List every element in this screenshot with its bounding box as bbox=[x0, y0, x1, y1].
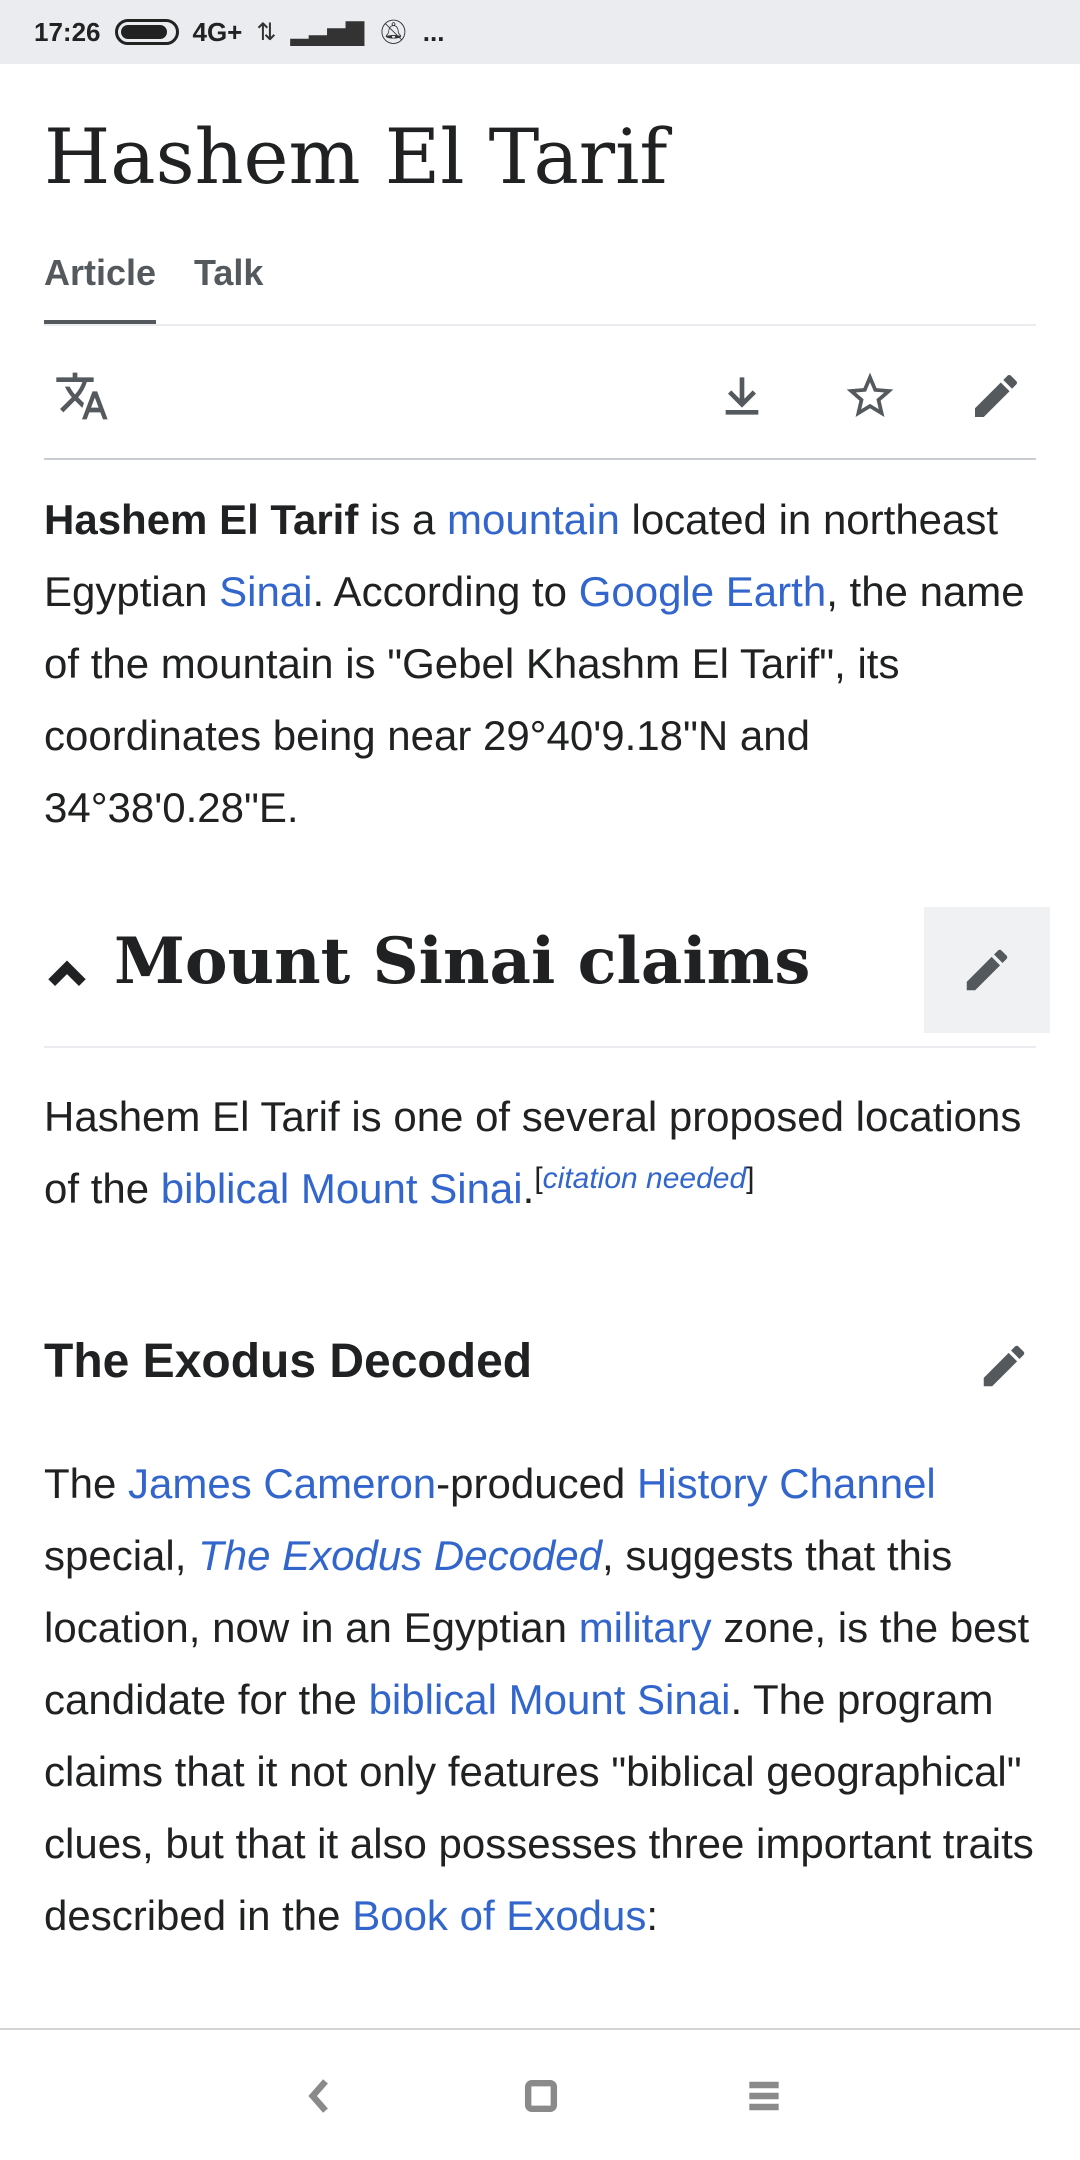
tabs-divider bbox=[44, 324, 1036, 326]
cite-bracket: [ bbox=[534, 1162, 543, 1195]
status-bar: 17:26 4G+ ⇅ ▂▃▅▇ 🔕︎ ... bbox=[0, 0, 1080, 64]
page-tabs: Article Talk bbox=[44, 252, 301, 325]
intro-bold-title: Hashem El Tarif bbox=[44, 496, 359, 543]
link-james-cameron[interactable]: James Cameron bbox=[128, 1460, 436, 1507]
tab-article[interactable]: Article bbox=[44, 252, 157, 325]
edit-section-button[interactable] bbox=[924, 907, 1050, 1033]
mute-icon: 🔕︎ bbox=[378, 18, 409, 46]
tab-talk[interactable]: Talk bbox=[194, 252, 263, 325]
back-icon[interactable] bbox=[290, 2066, 350, 2126]
section-title: Mount Sinai claims bbox=[114, 924, 811, 999]
exodus-text: -produced bbox=[436, 1460, 637, 1507]
exodus-text: special, bbox=[44, 1532, 199, 1579]
intro-text: . According to bbox=[312, 568, 579, 615]
link-sinai[interactable]: Sinai bbox=[219, 568, 312, 615]
chevron-up-icon[interactable] bbox=[44, 952, 90, 998]
exodus-text: The bbox=[44, 1460, 129, 1507]
cite-bracket: ] bbox=[746, 1162, 755, 1195]
page-actions-toolbar bbox=[44, 344, 1036, 444]
edit-icon bbox=[966, 949, 1008, 991]
exodus-text: : bbox=[646, 1892, 659, 1939]
link-biblical-mount-sinai[interactable]: biblical Mount Sinai bbox=[369, 1676, 731, 1723]
link-biblical-mount-sinai[interactable]: biblical Mount Sinai bbox=[161, 1165, 523, 1212]
download-icon[interactable] bbox=[710, 364, 774, 428]
language-icon[interactable] bbox=[50, 364, 114, 428]
subsection-title: The Exodus Decoded bbox=[44, 1335, 533, 1388]
link-history-channel[interactable]: History Channel bbox=[637, 1460, 936, 1507]
link-military[interactable]: military bbox=[579, 1604, 712, 1651]
link-book-of-exodus[interactable]: Book of Exodus bbox=[352, 1892, 646, 1939]
home-icon[interactable] bbox=[511, 2066, 571, 2126]
claims-text: . bbox=[522, 1165, 535, 1212]
system-navigation-bar bbox=[0, 2030, 1080, 2160]
link-the-exodus-decoded[interactable]: The Exodus Decoded bbox=[198, 1532, 602, 1579]
intro-text: is a bbox=[358, 496, 448, 543]
network-type: 4G+ bbox=[192, 16, 243, 47]
section-heading-mount-sinai-claims[interactable]: Mount Sinai claims bbox=[44, 900, 1050, 1048]
exodus-paragraph: The James Cameron-produced History Chann… bbox=[44, 1448, 1044, 1952]
section-heading-exodus-decoded: The Exodus Decoded bbox=[44, 1326, 1036, 1406]
edit-icon[interactable] bbox=[964, 364, 1028, 428]
edit-icon bbox=[983, 1345, 1025, 1387]
citation-needed: [citation needed] bbox=[534, 1162, 754, 1195]
signal-icon: ▂▃▅▇ bbox=[290, 18, 365, 46]
star-icon[interactable] bbox=[838, 364, 902, 428]
page-title: Hashem El Tarif bbox=[44, 112, 668, 201]
link-mountain[interactable]: mountain bbox=[447, 496, 620, 543]
edit-section-button[interactable] bbox=[972, 1334, 1036, 1398]
claims-paragraph: Hashem El Tarif is one of several propos… bbox=[44, 1081, 1044, 1225]
intro-paragraph: Hashem El Tarif is a mountain located in… bbox=[44, 484, 1044, 844]
link-google-earth[interactable]: Google Earth bbox=[579, 568, 827, 615]
toolbar-divider bbox=[44, 458, 1036, 460]
status-time: 17:26 bbox=[34, 16, 101, 47]
data-transfer-icon: ⇅ bbox=[256, 18, 277, 46]
recents-icon[interactable] bbox=[734, 2066, 794, 2126]
battery-icon bbox=[114, 19, 179, 45]
status-more: ... bbox=[422, 16, 445, 47]
link-citation-needed[interactable]: citation needed bbox=[543, 1162, 747, 1195]
